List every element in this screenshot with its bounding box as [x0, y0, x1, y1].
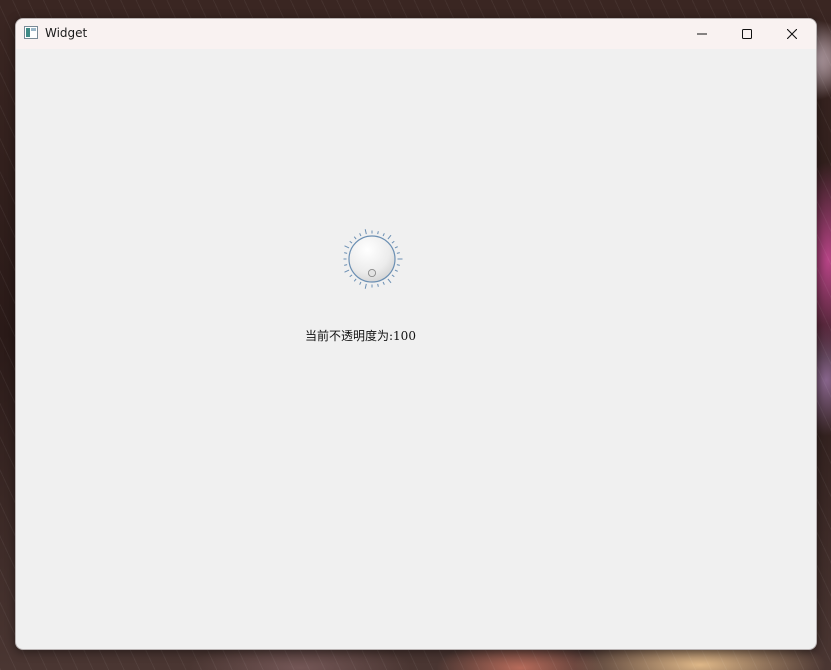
title-bar[interactable]: Widget — [16, 19, 816, 49]
dial-tick — [387, 278, 392, 284]
dial-tick — [349, 240, 353, 244]
dial-tick — [391, 274, 395, 278]
dial-tick — [387, 234, 392, 240]
close-button[interactable] — [769, 19, 815, 49]
dial-tick — [377, 283, 379, 287]
dial-tick — [353, 236, 357, 240]
dial-tick — [349, 274, 353, 278]
maximize-icon — [742, 29, 752, 39]
dial-position-marker — [367, 268, 377, 278]
minimize-icon — [697, 33, 707, 35]
dial-tick — [391, 240, 395, 244]
dial-tick — [364, 283, 367, 289]
dial-tick — [364, 229, 367, 235]
dial-tick — [344, 269, 350, 273]
dial-tick — [353, 278, 357, 282]
close-icon — [787, 29, 797, 39]
dial-tick — [359, 281, 362, 285]
dial-tick — [396, 264, 400, 266]
dial-tick — [394, 246, 398, 249]
dial-tick — [344, 252, 348, 254]
dial-tick — [359, 233, 362, 237]
dial-tick — [382, 281, 385, 285]
dial-tick — [377, 231, 379, 235]
opacity-dial[interactable] — [340, 227, 404, 291]
maximize-button[interactable] — [724, 19, 770, 49]
dial-tick — [394, 269, 398, 272]
dial-tick — [344, 264, 348, 266]
dial-tick — [396, 252, 400, 254]
minimize-button[interactable] — [679, 19, 725, 49]
dial-tick — [382, 233, 385, 237]
app-icon — [24, 26, 38, 39]
opacity-label: 当前不透明度为:100 — [305, 329, 416, 343]
app-window: Widget 当前不透明度为:100 — [15, 18, 817, 650]
dial-tick — [344, 245, 350, 249]
window-title: Widget — [45, 26, 88, 40]
